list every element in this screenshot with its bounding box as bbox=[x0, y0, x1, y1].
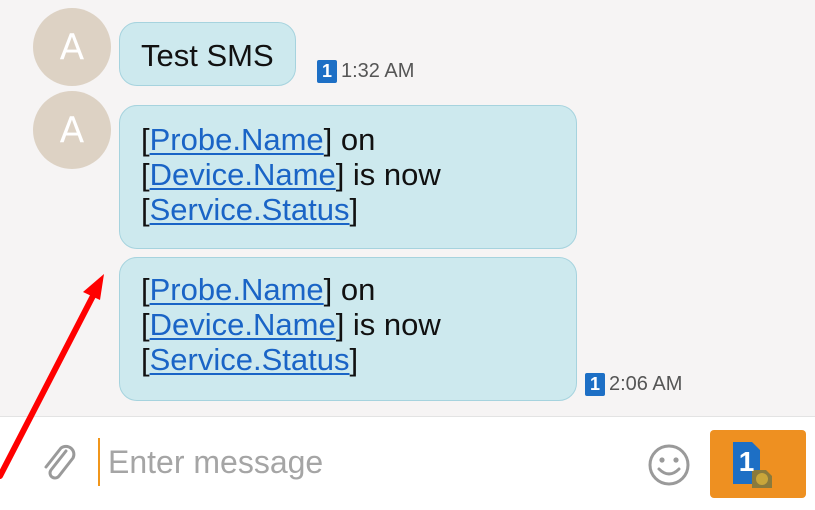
message-input[interactable]: Enter message bbox=[108, 441, 323, 483]
send-sim-number: 1 bbox=[738, 446, 755, 477]
message-text: ] is now bbox=[335, 307, 441, 342]
device-name-link[interactable]: Device.Name bbox=[150, 157, 336, 192]
bracket-text: [ bbox=[141, 192, 150, 227]
message-text: ] is now bbox=[335, 157, 441, 192]
message-meta: 1 2:06 AM bbox=[585, 373, 682, 396]
send-button[interactable]: 1 bbox=[710, 430, 806, 498]
message-line: [Device.Name] is now bbox=[141, 307, 555, 342]
text-caret bbox=[98, 438, 100, 486]
service-status-link[interactable]: Service.Status bbox=[150, 342, 350, 377]
bracket-text: [ bbox=[141, 342, 150, 377]
contact-avatar[interactable]: A bbox=[33, 91, 111, 169]
message-bubble[interactable]: [Probe.Name] on [Device.Name] is now [Se… bbox=[119, 105, 577, 249]
message-line: Test SMS bbox=[141, 38, 274, 73]
message-bubble[interactable]: [Probe.Name] on [Device.Name] is now [Se… bbox=[119, 257, 577, 401]
message-text: ] on bbox=[323, 122, 376, 157]
paperclip-icon[interactable] bbox=[36, 440, 82, 486]
message-text: Test SMS bbox=[141, 38, 274, 73]
avatar-initial: A bbox=[59, 26, 85, 68]
message-line: [Probe.Name] on bbox=[141, 122, 555, 157]
bracket-text: [ bbox=[141, 157, 150, 192]
message-text: ] on bbox=[323, 272, 376, 307]
sim-1-icon: 1 bbox=[317, 60, 337, 83]
avatar-initial: A bbox=[59, 109, 85, 151]
bracket-text: ] bbox=[349, 342, 359, 377]
probe-name-link[interactable]: Probe.Name bbox=[150, 122, 324, 157]
contact-avatar[interactable]: A bbox=[33, 8, 111, 86]
sim-1-icon: 1 bbox=[585, 373, 605, 396]
message-line: [Service.Status] bbox=[141, 192, 555, 227]
message-line: [Probe.Name] on bbox=[141, 272, 555, 307]
message-line: [Device.Name] is now bbox=[141, 157, 555, 192]
smiley-icon[interactable] bbox=[645, 441, 693, 489]
bracket-text: [ bbox=[141, 272, 150, 307]
bracket-text: ] bbox=[349, 192, 359, 227]
device-name-link[interactable]: Device.Name bbox=[150, 307, 336, 342]
message-time: 1:32 AM bbox=[341, 60, 415, 82]
bracket-text: [ bbox=[141, 122, 150, 157]
message-line: [Service.Status] bbox=[141, 342, 555, 377]
bracket-text: [ bbox=[141, 307, 150, 342]
service-status-link[interactable]: Service.Status bbox=[150, 192, 350, 227]
message-time: 2:06 AM bbox=[609, 373, 683, 395]
message-thread[interactable]: A Test SMS 1 1:32 AM A [Probe.Name] on [… bbox=[0, 0, 815, 416]
message-bubble[interactable]: Test SMS bbox=[119, 22, 296, 86]
message-meta: 1 1:32 AM bbox=[317, 60, 414, 83]
probe-name-link[interactable]: Probe.Name bbox=[150, 272, 324, 307]
